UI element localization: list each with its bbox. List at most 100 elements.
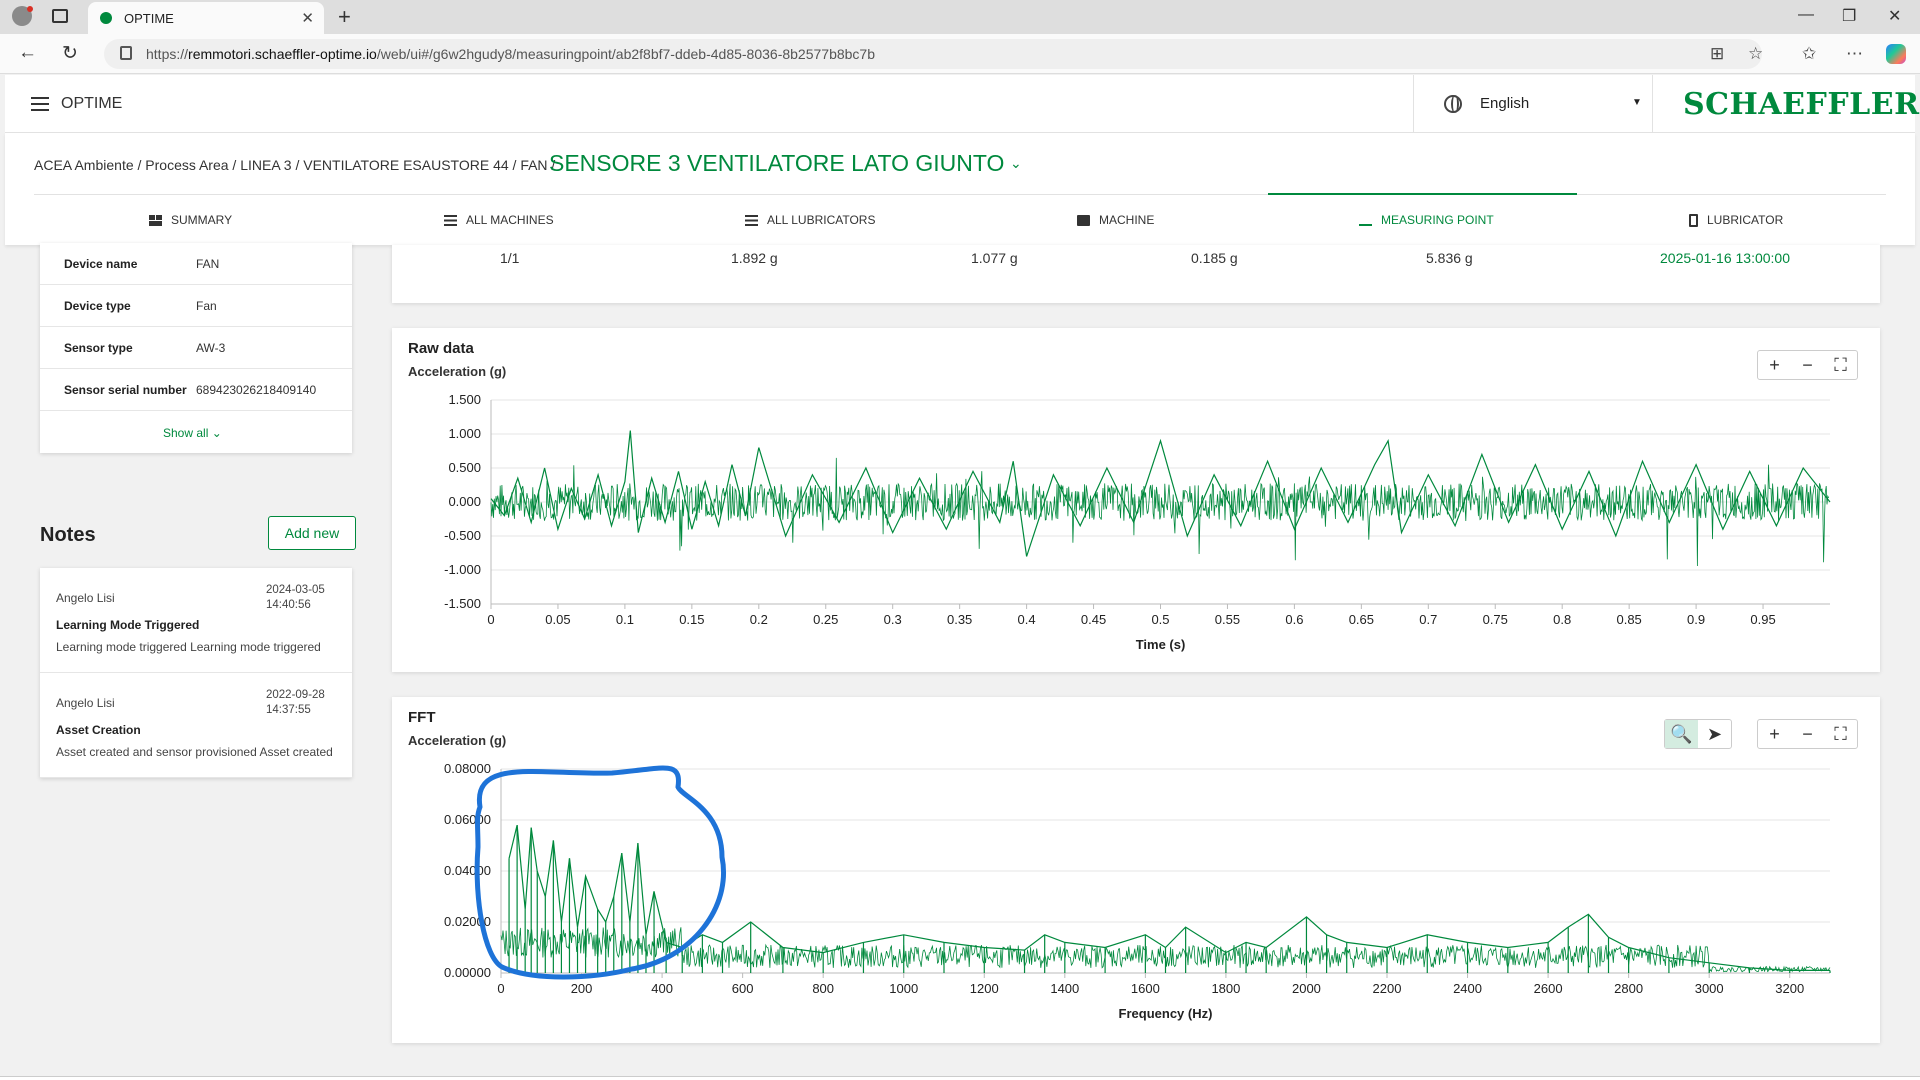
y-tick-label: 0.04000 — [444, 863, 491, 878]
y-tick-label: 1.500 — [448, 392, 481, 407]
note-item[interactable]: Angelo Lisi 2022-09-28 14:37:55 Asset Cre… — [40, 673, 352, 778]
breadcrumb-current[interactable]: SENSORE 3 VENTILATORE LATO GIUNTO — [549, 150, 1004, 177]
status-strip — [0, 1076, 1920, 1080]
close-window-icon[interactable]: ✕ — [1888, 6, 1901, 26]
tab-measuring-point[interactable]: MEASURING POINT — [1359, 213, 1494, 227]
x-tick-label: 1400 — [1050, 981, 1079, 996]
grid-icon — [149, 214, 162, 226]
note-item[interactable]: Angelo Lisi 2024-03-05 14:40:56 Learning … — [40, 568, 352, 673]
device-info-row: Sensor type AW-3 — [40, 327, 352, 369]
caret-down-icon: ▼ — [1632, 97, 1642, 108]
x-tick-label: 0.15 — [679, 612, 704, 627]
x-tick-label: 0 — [487, 612, 494, 627]
info-key: Sensor type — [64, 341, 133, 355]
more-menu-icon[interactable]: ⋯ — [1846, 44, 1863, 64]
x-tick-label: 0.35 — [947, 612, 972, 627]
note-date-time: 14:40:56 — [266, 599, 311, 611]
language-select[interactable]: English ▼ — [1413, 75, 1653, 133]
x-axis-label: Frequency (Hz) — [1119, 1006, 1213, 1021]
info-key: Device name — [64, 257, 138, 271]
app-title: OPTIME — [61, 95, 123, 112]
tab-lubricator[interactable]: LUBRICATOR — [1689, 213, 1783, 227]
new-tab-icon[interactable]: + — [338, 4, 351, 30]
url-prefix: https:// — [146, 46, 189, 62]
copilot-icon[interactable] — [1886, 44, 1906, 64]
summary-cell: 1.077 g — [971, 250, 1018, 266]
x-tick-label: 2400 — [1453, 981, 1482, 996]
x-tick-label: 2200 — [1373, 981, 1402, 996]
hamburger-menu-icon[interactable] — [31, 97, 49, 111]
y-tick-label: 0.000 — [448, 494, 481, 509]
minimize-icon[interactable]: — — [1798, 6, 1814, 24]
x-tick-label: 0.55 — [1215, 612, 1240, 627]
note-author: Angelo Lisi — [56, 591, 115, 605]
info-key: Device type — [64, 299, 131, 313]
list-icon — [444, 214, 457, 226]
browser-tab[interactable]: OPTIME ✕ — [88, 2, 324, 34]
y-tick-label: -1.500 — [444, 596, 481, 611]
x-tick-label: 3200 — [1775, 981, 1804, 996]
reload-icon[interactable]: ↻ — [62, 42, 78, 65]
info-value: FAN — [196, 257, 220, 271]
favorites-icon[interactable]: ✩ — [1802, 44, 1816, 64]
breadcrumb[interactable]: ACEA Ambiente / Process Area / LINEA 3 /… — [34, 157, 555, 173]
note-date: 2024-03-05 14:40:56 — [266, 583, 338, 613]
x-tick-label: 2000 — [1292, 981, 1321, 996]
x-tick-label: 400 — [651, 981, 673, 996]
x-tick-label: 600 — [732, 981, 754, 996]
url-host: remmotori.schaeffler-optime.io — [188, 46, 377, 62]
y-tick-label: 1.000 — [448, 426, 481, 441]
summary-cell: 1/1 — [500, 250, 520, 266]
tab-label: ALL MACHINES — [466, 213, 554, 227]
restore-icon[interactable]: ❐ — [1842, 6, 1856, 26]
show-all-button[interactable]: Show all ⌄ — [163, 426, 222, 440]
x-tick-label: 1800 — [1211, 981, 1240, 996]
tab-label: LUBRICATOR — [1707, 213, 1784, 227]
browser-tab-title: OPTIME — [124, 10, 174, 26]
tab-all-lubricators[interactable]: ALL LUBRICATORS — [745, 213, 875, 227]
list-icon — [745, 214, 758, 226]
y-tick-label: 0.500 — [448, 460, 481, 475]
language-value: English — [1480, 95, 1530, 112]
info-value: Fan — [196, 299, 217, 313]
raw-data-chart[interactable]: 1.500 1.000 0.500 0.000 -0.500 -1.000 -1.500 0 0… — [392, 328, 1880, 672]
tab-label: ALL LUBRICATORS — [767, 213, 876, 227]
note-date-day: 2024-03-05 — [266, 584, 325, 596]
info-key: Sensor serial number — [64, 383, 187, 397]
x-tick-label: 1600 — [1131, 981, 1160, 996]
tab-label: MACHINE — [1099, 213, 1155, 227]
notes-title: Notes — [40, 524, 96, 546]
fft-chart[interactable]: 0.080000.060000.040000.020000.000000 200 4… — [392, 697, 1880, 1043]
waveform-icon — [1359, 215, 1372, 226]
signal-trace — [490, 457, 1830, 567]
address-bar: ← ↻ https://remmotori.schaeffler-optime.… — [0, 34, 1920, 74]
chevron-down-icon[interactable]: ⌄ — [1010, 155, 1022, 172]
summary-cell: 1.892 g — [731, 250, 778, 266]
x-tick-label: 0.6 — [1285, 612, 1303, 627]
notes-card: Angelo Lisi 2024-03-05 14:40:56 Learning … — [40, 568, 352, 778]
note-author: Angelo Lisi — [56, 696, 115, 710]
tab-machine[interactable]: MACHINE — [1077, 213, 1154, 227]
x-tick-label: 200 — [571, 981, 593, 996]
close-tab-icon[interactable]: ✕ — [301, 9, 314, 27]
x-tick-label: 0.3 — [884, 612, 902, 627]
x-tick-label: 1200 — [970, 981, 999, 996]
info-value: 689423026218409140 — [196, 383, 317, 397]
favorite-star-icon[interactable]: ☆ — [1748, 44, 1763, 64]
app-available-icon[interactable]: ⊞ — [1710, 44, 1724, 64]
url-field[interactable]: https://remmotori.schaeffler-optime.io/w… — [104, 39, 1762, 69]
tab-all-machines[interactable]: ALL MACHINES — [444, 213, 554, 227]
tab-summary[interactable]: SUMMARY — [149, 213, 232, 227]
note-text: Asset created and sensor provisioned Ass… — [56, 745, 333, 759]
app-header: OPTIME English ▼ SCHAEFFLER — [5, 75, 1919, 133]
x-tick-label: 3000 — [1695, 981, 1724, 996]
y-tick-label: 0.06000 — [444, 812, 491, 827]
show-all-label: Show all — [163, 426, 209, 440]
back-icon[interactable]: ← — [18, 42, 37, 64]
summary-timestamp[interactable]: 2025-01-16 13:00:00 — [1660, 250, 1790, 266]
x-tick-label: 0.75 — [1483, 612, 1508, 627]
tab-actions-icon[interactable] — [52, 9, 68, 23]
x-tick-label: 0.05 — [545, 612, 570, 627]
lock-icon[interactable] — [120, 46, 132, 60]
add-note-button[interactable]: Add new — [268, 516, 356, 550]
